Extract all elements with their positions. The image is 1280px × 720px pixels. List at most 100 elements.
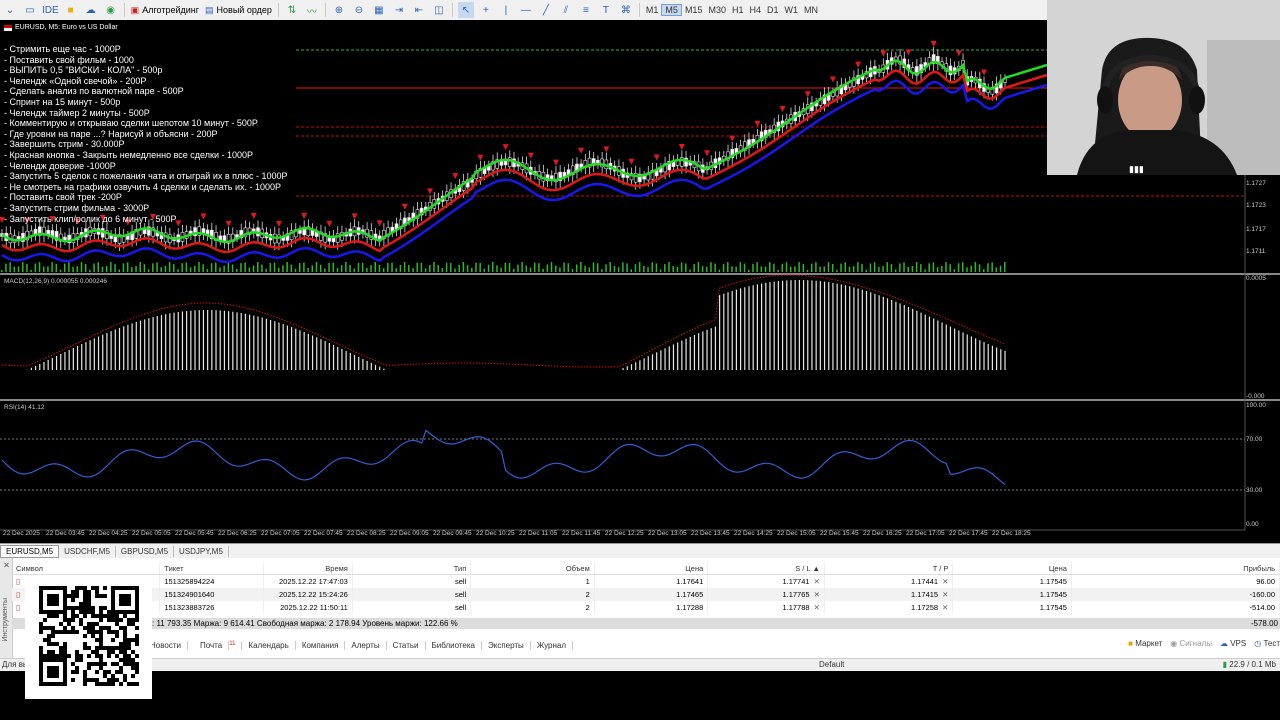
timeframe-m5[interactable]: M5: [661, 4, 682, 16]
tab-journal[interactable]: Журнал: [531, 641, 574, 650]
time-tick: 22 Dec 07:45: [304, 530, 343, 537]
separator: [324, 3, 326, 17]
tab-library[interactable]: Библиотека: [426, 641, 482, 650]
col-profit[interactable]: Прибыль: [1071, 562, 1280, 575]
qr-module: [127, 682, 131, 686]
qr-module: [95, 638, 99, 642]
qr-module: [75, 590, 79, 594]
tab-mail[interactable]: Почта 11: [188, 640, 243, 651]
volume-bar: [412, 268, 414, 272]
chart-shift-icon[interactable]: ⇤: [411, 2, 427, 18]
tab-gbpusd[interactable]: GBPUSD,M5: [116, 546, 175, 557]
signals-label: Сигналы: [1179, 639, 1212, 648]
connection-status[interactable]: ▮ 22.9 / 0.1 Mb: [1223, 660, 1276, 669]
qr-module: [95, 590, 99, 594]
qr-module: [39, 626, 43, 630]
remove-tp-icon[interactable]: ✕: [942, 603, 948, 612]
table-row[interactable]: ▯ 151324901640 2025.12.22 15:24:26 sell …: [12, 588, 1280, 601]
volume-bar: [533, 262, 536, 272]
qr-module: [83, 602, 87, 606]
tab-alerts[interactable]: Алерты: [345, 641, 387, 650]
remove-tp-icon[interactable]: ✕: [942, 590, 948, 599]
rsi-tick: 100.00: [1246, 402, 1266, 409]
chart-type-icon[interactable]: ⌄: [2, 2, 18, 18]
timeframe-mn[interactable]: MN: [801, 5, 821, 15]
col-volume[interactable]: Объем: [470, 562, 595, 575]
tester-button[interactable]: ◷ Тест: [1254, 639, 1280, 648]
remove-sl-icon[interactable]: ✕: [814, 590, 820, 599]
algo-trading-button[interactable]: ▣ Алготрейдинг: [128, 5, 202, 16]
table-row[interactable]: ▯ 151325894224 2025.12.22 17:47:03 sell …: [12, 574, 1280, 588]
tab-eurusd[interactable]: EURUSD,M5: [0, 545, 60, 558]
position-icon: ▯: [16, 590, 21, 599]
col-symbol[interactable]: Символ: [12, 562, 161, 575]
cloud-icon[interactable]: ☁: [83, 2, 99, 18]
tester-icon: ◷: [1254, 639, 1262, 648]
tab-usdchf[interactable]: USDCHF,M5: [59, 546, 116, 557]
timeframe-h4[interactable]: H4: [746, 5, 764, 15]
remove-sl-icon[interactable]: ✕: [814, 603, 820, 612]
signals-button[interactable]: ◉ Сигналы: [1170, 639, 1212, 648]
autoscroll-icon[interactable]: ⇥: [391, 2, 407, 18]
zoom-out-icon[interactable]: ⊖: [351, 2, 367, 18]
timeframe-m30[interactable]: M30: [705, 5, 729, 15]
vertical-line-icon[interactable]: |: [498, 2, 514, 18]
time-tick: 22 Dec 16:25: [863, 530, 902, 537]
trendline-icon[interactable]: ╱: [538, 2, 554, 18]
vps-button[interactable]: ☁ VPS: [1220, 639, 1246, 648]
qr-module: [83, 682, 87, 686]
qr-module: [87, 626, 91, 630]
signal-icon[interactable]: 〰: [304, 2, 320, 18]
tab-experts[interactable]: Эксперты: [482, 641, 531, 650]
table-row[interactable]: ▯ 151323883726 2025.12.22 11:50:11 sell …: [12, 601, 1280, 614]
horizontal-line-icon[interactable]: —: [518, 2, 534, 18]
profile-name[interactable]: Default: [819, 660, 844, 669]
grid-icon[interactable]: ▦: [371, 2, 387, 18]
col-ticket[interactable]: Тикет: [159, 562, 265, 575]
col-sl[interactable]: S / L ▲: [707, 562, 825, 575]
screenshot-icon[interactable]: ◫: [431, 2, 447, 18]
volume-bar: [181, 263, 183, 272]
ide-button[interactable]: IDE: [42, 2, 59, 18]
col-time[interactable]: Время: [263, 562, 353, 575]
tab-articles[interactable]: Статьи: [387, 641, 426, 650]
tab-calendar[interactable]: Календарь: [242, 641, 296, 650]
crosshair-icon[interactable]: +: [478, 2, 494, 18]
tab-usdjpy[interactable]: USDJPY,M5: [174, 546, 229, 557]
timeframe-m15[interactable]: M15: [682, 5, 706, 15]
col-current[interactable]: Цена: [952, 562, 1072, 575]
col-type[interactable]: Тип: [352, 562, 472, 575]
new-order-button[interactable]: ▤ Новый ордер: [202, 5, 275, 16]
timeframe-m1[interactable]: M1: [643, 5, 662, 15]
lock-icon[interactable]: ■: [63, 2, 79, 18]
depth-icon[interactable]: ⇅: [284, 2, 300, 18]
cursor-icon[interactable]: ↖: [457, 2, 474, 18]
shapes-icon[interactable]: ⌘: [618, 2, 634, 18]
qr-module: [63, 650, 67, 654]
qr-module: [95, 622, 99, 626]
close-icon[interactable]: ✕: [2, 560, 11, 569]
time-cell: 2025.12.22 17:47:03: [263, 574, 353, 588]
timeframe-h1[interactable]: H1: [729, 5, 747, 15]
remove-tp-icon[interactable]: ✕: [942, 577, 948, 586]
timeframe-w1[interactable]: W1: [782, 5, 802, 15]
text-tool-icon[interactable]: T: [598, 2, 614, 18]
zoom-in-icon[interactable]: ⊕: [331, 2, 347, 18]
fractal-arrow: [754, 120, 761, 127]
channel-icon[interactable]: ⫽: [558, 2, 574, 18]
sort-up-icon: ▲: [812, 563, 820, 573]
qr-module: [67, 654, 71, 658]
market-button[interactable]: ■ Маркет: [1128, 639, 1162, 648]
col-price[interactable]: Цена: [594, 562, 709, 575]
volume-bar: [122, 263, 125, 272]
col-tp[interactable]: T / P: [824, 562, 954, 575]
tab-company[interactable]: Компания: [296, 641, 346, 650]
qr-module: [95, 594, 99, 598]
globe-icon[interactable]: ◉: [103, 2, 119, 18]
volume-bar: [458, 264, 460, 272]
qr-module: [123, 642, 127, 646]
remove-sl-icon[interactable]: ✕: [814, 577, 820, 586]
fibo-icon[interactable]: ≡: [578, 2, 594, 18]
timeframe-d1[interactable]: D1: [764, 5, 782, 15]
template-icon[interactable]: ▭: [22, 2, 38, 18]
